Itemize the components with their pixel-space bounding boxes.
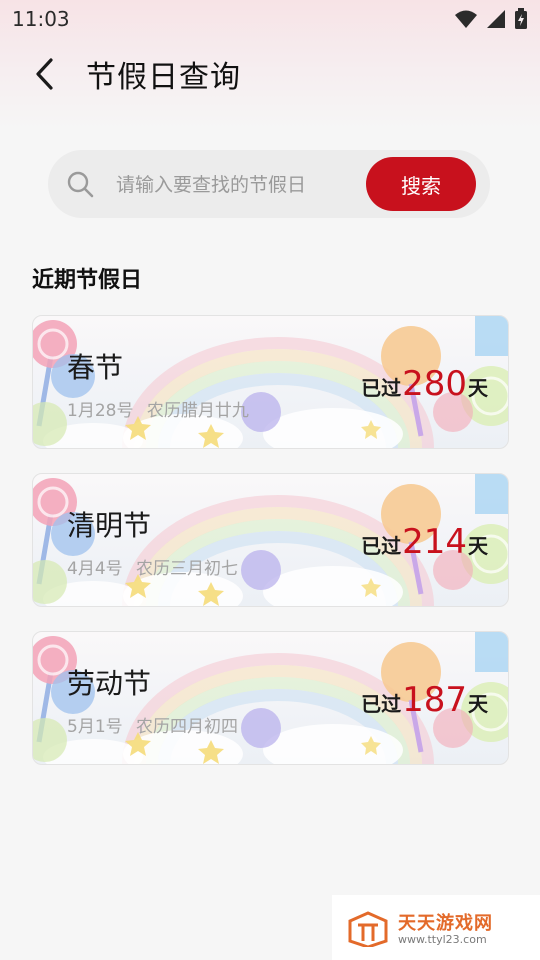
days-suffix: 天	[468, 376, 488, 400]
site-logo-icon	[348, 911, 388, 947]
signal-icon	[487, 10, 505, 28]
search-input[interactable]	[114, 167, 354, 203]
holiday-name: 清明节	[67, 509, 152, 542]
days-count: 280	[402, 364, 467, 404]
days-suffix: 天	[468, 534, 488, 558]
days-suffix: 天	[468, 692, 488, 716]
holiday-solar-date: 1月28号	[67, 401, 134, 421]
holiday-card-spring-festival[interactable]: 春节 1月28号 农历腊月廿九 已过 280 天	[32, 315, 509, 449]
holiday-solar-date: 4月4号	[67, 559, 123, 579]
holiday-solar-date: 5月1号	[67, 717, 123, 737]
days-counter: 已过 187 天	[361, 680, 488, 720]
watermark-name: 天天游戏网	[398, 913, 493, 934]
holiday-card-labor-day[interactable]: 劳动节 5月1号 农历四月初四 已过 187 天	[32, 631, 509, 765]
days-count: 214	[402, 522, 467, 562]
search-button[interactable]: 搜索	[366, 157, 476, 211]
holiday-card-qingming[interactable]: 清明节 4月4号 农历三月初七 已过 214 天	[32, 473, 509, 607]
holiday-date: 4月4号 农历三月初七	[67, 554, 238, 579]
chevron-left-icon	[36, 58, 53, 90]
search-bar: 搜索	[48, 150, 490, 218]
holiday-lunar-date: 农历三月初七	[136, 559, 239, 579]
days-prefix: 已过	[361, 534, 402, 558]
status-time: 11:03	[12, 7, 70, 31]
days-counter: 已过 214 天	[361, 522, 488, 562]
holiday-lunar-date: 农历四月初四	[136, 717, 239, 737]
days-prefix: 已过	[361, 376, 402, 400]
page-title: 节假日查询	[86, 60, 241, 95]
wifi-icon	[455, 10, 477, 28]
days-prefix: 已过	[361, 692, 402, 716]
holiday-name: 春节	[67, 351, 124, 384]
days-count: 187	[402, 680, 467, 720]
holiday-lunar-date: 农历腊月廿九	[146, 401, 249, 421]
watermark-url: www.ttyl23.com	[398, 933, 487, 946]
holiday-date: 5月1号 农历四月初四	[67, 712, 238, 737]
holiday-date: 1月28号 农历腊月廿九	[67, 396, 249, 421]
holiday-name: 劳动节	[67, 667, 152, 700]
days-counter: 已过 280 天	[361, 364, 488, 404]
site-watermark: 天天游戏网 www.ttyl23.com	[332, 895, 540, 960]
status-icons	[454, 8, 528, 30]
section-title: 近期节假日	[32, 268, 143, 293]
battery-charging-icon	[515, 8, 527, 29]
status-bar: 11:03	[0, 0, 540, 38]
back-button[interactable]	[24, 52, 64, 96]
search-icon	[67, 171, 94, 198]
